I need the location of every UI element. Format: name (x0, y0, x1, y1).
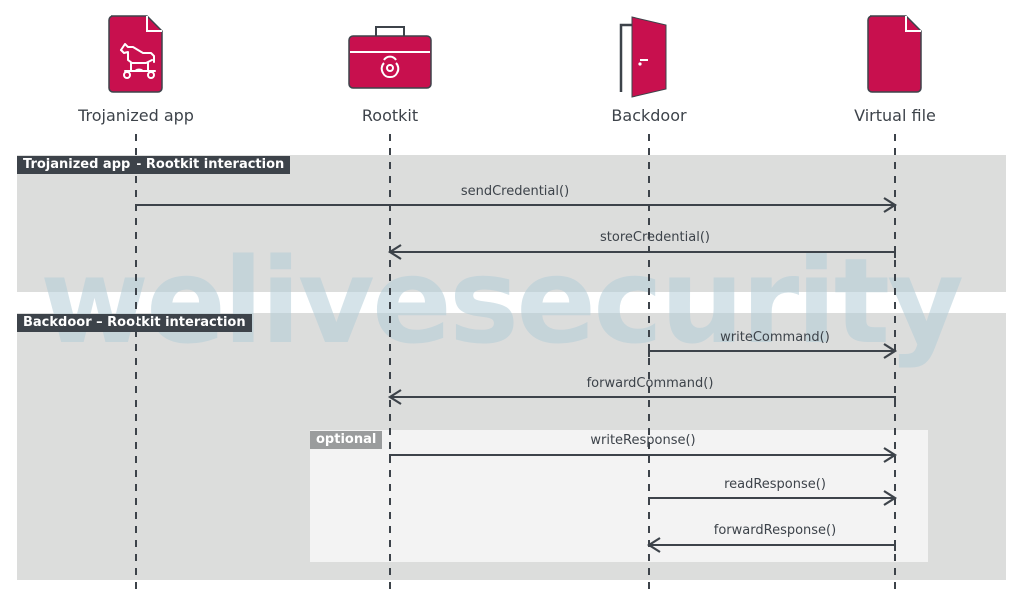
sequence-diagram: welivesecurity Trojanized app – Rootkit … (0, 0, 1024, 596)
message-arrow (648, 490, 898, 506)
message-arrow (648, 343, 898, 359)
message-arrow (387, 389, 896, 405)
message-label-forward-response: forwardResponse() (713, 523, 837, 538)
message-arrow (646, 537, 896, 553)
message-label-read-response: readResponse() (724, 477, 826, 492)
open-door-icon (619, 16, 667, 98)
message-label-forward-command: forwardCommand() (586, 376, 714, 391)
trojan-horse-file-icon (108, 15, 163, 93)
message-arrow (389, 447, 898, 463)
file-icon (867, 15, 922, 93)
actor-virtual-file (866, 14, 924, 94)
biohazard-toolbox-icon (348, 26, 432, 89)
actor-label-trojanized-app: Trojanized app (78, 106, 194, 125)
actor-trojanized-app (107, 14, 165, 94)
actor-label-backdoor: Backdoor (611, 106, 687, 125)
message-arrow (135, 197, 898, 213)
actor-label-rootkit: Rootkit (361, 106, 419, 125)
actor-backdoor (618, 14, 670, 98)
message-label-send-credential: sendCredential() (460, 184, 570, 199)
message-label-store-credential: storeCredential() (600, 230, 710, 245)
message-arrow (387, 244, 896, 260)
actor-label-virtual-file: Virtual file (854, 106, 936, 125)
actor-rootkit (348, 26, 432, 90)
message-label-write-response: writeResponse() (590, 433, 696, 448)
message-label-write-command: writeCommand() (720, 330, 830, 345)
